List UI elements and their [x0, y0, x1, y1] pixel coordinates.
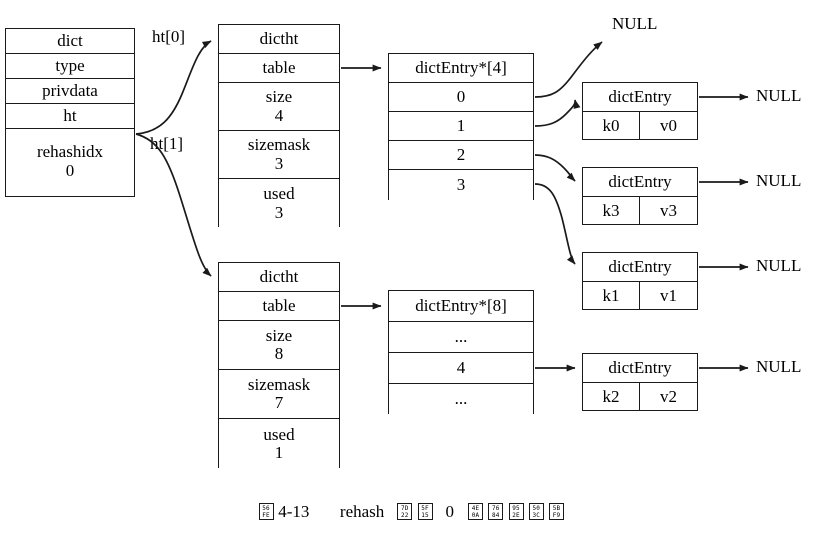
entry1-value: v3 — [660, 200, 677, 220]
table1-header: dictEntry*[8] — [389, 291, 533, 322]
edge-ht0 — [135, 40, 212, 135]
null-label-table0-slot0: NULL — [612, 14, 658, 33]
null-label-entry0-next: NULL — [756, 86, 802, 105]
entry2-key: k1 — [583, 282, 640, 309]
edge-label-ht0: ht[0] — [152, 27, 186, 46]
table1-slot-ellipsis-bottom: ... — [389, 384, 533, 415]
dict-field-type: type — [6, 54, 134, 79]
dictht1-field-size: size 8 — [219, 321, 339, 370]
edge-slot1-entry0 — [534, 99, 581, 127]
dict-field-ht: ht — [6, 104, 134, 129]
table1-slot-4: 4 — [389, 353, 533, 384]
dictentry-node-k0: dictEntry k0 v0 — [582, 82, 698, 140]
entry3-kv-row: k2 v2 — [583, 383, 697, 410]
table1-slot-ellipsis-top: ... — [389, 322, 533, 353]
entry3-value: v2 — [660, 386, 677, 406]
null-label-entry1-next: NULL — [756, 171, 802, 190]
cjk-glyph-box: 5F 15 — [417, 503, 433, 520]
table0-header: dictEntry*[4] — [389, 54, 533, 83]
dict-field-rehashidx: rehashidx 0 — [6, 129, 134, 194]
dictht0-field-used: used 3 — [219, 179, 339, 228]
edge-label-ht1: ht[1] — [150, 134, 184, 153]
dictht0-field-sizemask: sizemask 3 — [219, 131, 339, 179]
dictentry-node-k3: dictEntry k3 v3 — [582, 167, 698, 225]
dictht1-field-table: table — [219, 292, 339, 321]
entry1-kv-row: k3 v3 — [583, 197, 697, 224]
dictht0-field-size: size 4 — [219, 83, 339, 131]
edge-slot2-entry1 — [534, 154, 576, 182]
dictht0-field-name: dictht — [219, 25, 339, 54]
dict-struct-box: dict type privdata ht rehashidx 0 — [5, 28, 135, 197]
table0-slot-0: 0 — [389, 83, 533, 112]
dict-field-dict: dict — [6, 29, 134, 54]
cjk-glyph-box: 5B F9 — [549, 503, 565, 520]
table0-slot-3: 3 — [389, 170, 533, 201]
dictht1-field-name: dictht — [219, 263, 339, 292]
dictht-1-box: dictht table size 8 sizemask 7 used 1 — [218, 262, 340, 469]
dictentry-node-k2: dictEntry k2 v2 — [582, 353, 698, 411]
dictht1-field-used: used 1 — [219, 419, 339, 469]
cjk-glyph-box: 56 FE — [258, 503, 274, 520]
entry2-value: v1 — [660, 285, 677, 305]
entry0-header: dictEntry — [583, 83, 697, 112]
null-label-entry2-next: NULL — [756, 256, 802, 275]
cjk-glyph-box: 95 2E — [508, 503, 524, 520]
edge-ht1 — [135, 133, 212, 277]
entry3-key: k2 — [583, 383, 640, 410]
entry1-key: k3 — [583, 197, 640, 224]
dictentry-table-1-box: dictEntry*[8] ... 4 ... — [388, 290, 534, 415]
dictht0-field-table: table — [219, 54, 339, 83]
caption-mid-text: rehash — [339, 502, 385, 521]
figure-number: 4-13 — [278, 502, 310, 521]
null-label-entry3-next: NULL — [756, 357, 802, 376]
dictht1-field-sizemask: sizemask 7 — [219, 370, 339, 419]
entry2-kv-row: k1 v1 — [583, 282, 697, 309]
figure-caption: 56 FE 4-13 rehash 7D 22 5F 15 0 4E 0A 76 84 9… — [258, 503, 565, 520]
dict-field-privdata: privdata — [6, 79, 134, 104]
cjk-glyph-box: 7D 22 — [397, 503, 413, 520]
diagram-canvas: dict type privdata ht rehashidx 0 dictht… — [0, 0, 828, 534]
dictentry-table-0-box: dictEntry*[4] 0 1 2 3 — [388, 53, 534, 201]
cjk-glyph-box: 50 3C — [528, 503, 544, 520]
caption-index-value: 0 — [445, 502, 455, 521]
entry0-kv-row: k0 v0 — [583, 112, 697, 139]
entry2-header: dictEntry — [583, 253, 697, 282]
edge-slot3-entry2 — [534, 183, 576, 265]
table0-slot-2: 2 — [389, 141, 533, 170]
cjk-glyph-box: 76 84 — [488, 503, 504, 520]
dictht-0-box: dictht table size 4 sizemask 3 used 3 — [218, 24, 340, 228]
entry3-header: dictEntry — [583, 354, 697, 383]
entry0-value: v0 — [660, 115, 677, 135]
table0-slot-1: 1 — [389, 112, 533, 141]
dictentry-node-k1: dictEntry k1 v1 — [582, 252, 698, 310]
cjk-glyph-box: 4E 0A — [468, 503, 484, 520]
entry0-key: k0 — [583, 112, 640, 139]
entry1-header: dictEntry — [583, 168, 697, 197]
